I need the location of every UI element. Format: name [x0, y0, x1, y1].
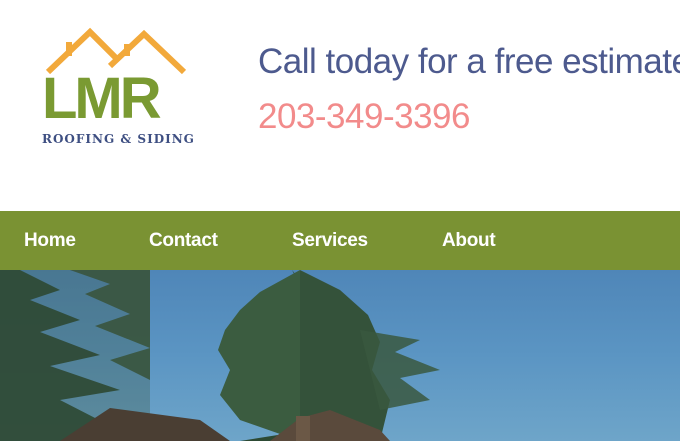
main-navigation: Home Contact Services About — [0, 211, 680, 270]
tagline: Call today for a free estimate! — [258, 42, 680, 81]
nav-item-home[interactable]: Home — [24, 211, 76, 270]
company-logo[interactable]: LMR ROOFING & SIDING — [40, 24, 195, 150]
nav-item-about[interactable]: About — [442, 211, 496, 270]
phone-number-link[interactable]: 203-349-3396 — [258, 97, 470, 137]
hero-image — [0, 270, 680, 441]
pine-trees-house-photo — [0, 270, 440, 441]
nav-item-services[interactable]: Services — [292, 211, 368, 270]
logo-letters: LMR — [42, 66, 162, 131]
nav-item-contact[interactable]: Contact — [149, 211, 218, 270]
logo-subtitle: ROOFING & SIDING — [42, 132, 195, 146]
site-header: LMR ROOFING & SIDING Call today for a fr… — [0, 0, 680, 211]
